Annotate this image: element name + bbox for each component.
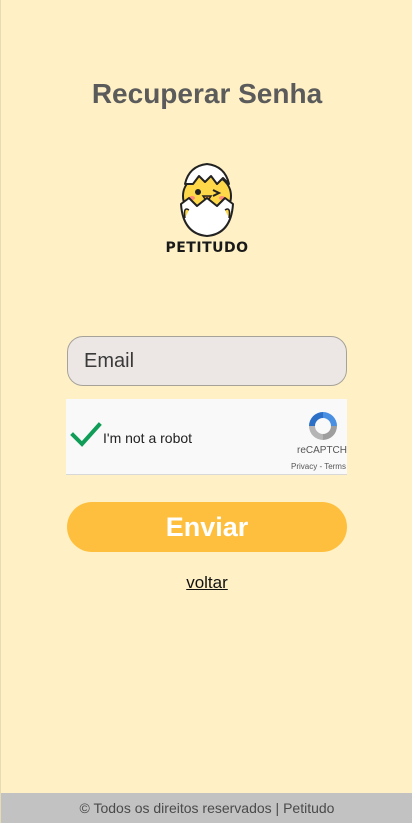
footer-text: © Todos os direitos reservados | Petitud…: [1, 793, 412, 823]
recaptcha-brand: reCAPTCHA: [297, 445, 347, 456]
back-link[interactable]: voltar: [1, 573, 412, 593]
recaptcha-checkbox[interactable]: [70, 421, 102, 449]
recaptcha-logo-icon: [306, 409, 340, 443]
page-title: Recuperar Senha: [91, 78, 323, 109]
recaptcha-label: I'm not a robot: [103, 430, 193, 446]
recaptcha-widget: I'm not a robot reCAPTCHA Privacy - Term…: [66, 399, 347, 475]
email-field[interactable]: [67, 336, 347, 386]
checkmark-icon: [70, 422, 102, 447]
logo-text: PETITUDO: [165, 240, 249, 256]
submit-button[interactable]: Enviar: [67, 502, 347, 552]
recaptcha-links[interactable]: Privacy - Terms: [291, 462, 346, 471]
